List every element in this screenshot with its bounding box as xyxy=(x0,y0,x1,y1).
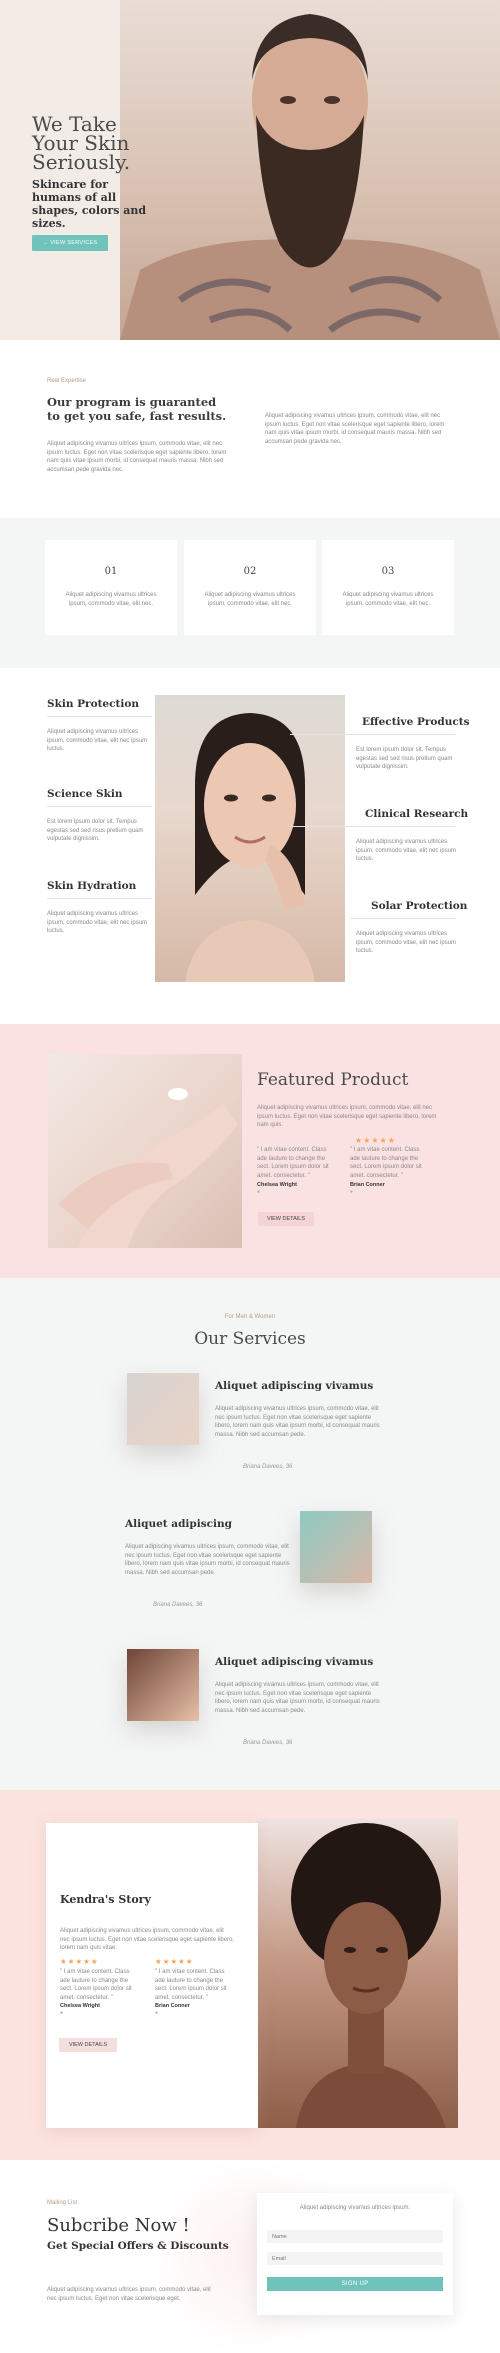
step-text: Aliquet adipiscing vivamus ultrices ipsu… xyxy=(65,592,157,607)
woman-face-illustration xyxy=(185,713,315,982)
service-photo-skin xyxy=(127,1649,199,1721)
step-number: 02 xyxy=(243,566,257,577)
effective-products-title: Effective Products xyxy=(362,716,470,728)
step-card: 01 Aliquet adipiscing vivamus ultrices i… xyxy=(45,540,177,635)
science-skin-title: Science Skin xyxy=(47,788,123,800)
testimonial-quote: " I am vitae content. Class ade lauture … xyxy=(60,1969,132,2001)
testimonial-role: ● xyxy=(257,1189,261,1195)
testimonial-role: ● xyxy=(155,2010,159,2016)
featured-product-title: Featured Product xyxy=(257,1070,409,1090)
testimonial-role: ● xyxy=(350,1189,354,1195)
story-section: Kendra's Story Aliquet adipiscing vivamu… xyxy=(0,1790,500,2160)
service-signature: Briana Davees, 36 xyxy=(243,1740,293,1746)
hero-man-photo xyxy=(120,0,500,340)
solar-protection-text: Aliquet adipiscing vivamus ultrices ipsu… xyxy=(356,931,457,954)
skin-protection-title: Skin Protection xyxy=(47,698,139,710)
step-number: 01 xyxy=(104,566,118,577)
form-heading: Aliquet adipiscing vivamus ultrices ipsu… xyxy=(299,2205,411,2211)
features-section: Skin Protection Aliquet adipiscing vivam… xyxy=(0,668,500,1024)
services-section: For Men & Women Our Services Aliquet adi… xyxy=(0,1278,500,1790)
view-details-button[interactable]: VIEW DETAILS xyxy=(258,1212,314,1226)
woman-portrait-photo xyxy=(155,695,345,982)
divider xyxy=(290,734,455,735)
hands-cream-photo xyxy=(48,1054,242,1248)
clinical-research-text: Aliquet adipiscing vivamus ultrices ipsu… xyxy=(356,839,457,862)
step-card: 02 Aliquet adipiscing vivamus ultrices i… xyxy=(184,540,316,635)
rating-stars: ★★★★★ xyxy=(155,1957,194,1966)
divider xyxy=(47,898,152,899)
view-services-button[interactable]: → VIEW SERVICES xyxy=(32,235,108,251)
effective-products-text: Est lorem ipsum dolor sit. Tempus egesta… xyxy=(356,747,453,770)
intro-eyebrow: Real Expertise xyxy=(47,378,87,384)
clinical-research-title: Clinical Research xyxy=(365,808,469,820)
kendra-illustration xyxy=(291,1823,446,2128)
service-text: Aliquet adipiscing vivamus ultrices ipsu… xyxy=(215,1682,380,1714)
divider xyxy=(290,826,455,827)
subscribe-title: Subcribe Now ! xyxy=(47,2215,190,2236)
steps-section: 01 Aliquet adipiscing vivamus ultrices i… xyxy=(0,518,500,668)
service-title: Aliquet adipiscing xyxy=(125,1518,233,1530)
testimonial-name: Brian Conner xyxy=(350,1182,385,1188)
testimonial-name: Brian Conner xyxy=(155,2003,190,2009)
divider xyxy=(350,918,455,919)
services-eyebrow: For Men & Women xyxy=(224,1314,276,1320)
service-signature: Briana Davees, 36 xyxy=(153,1602,203,1608)
step-text: Aliquet adipiscing vivamus ultrices ipsu… xyxy=(342,592,434,607)
intro-title: Our program is guaranted to get you safe… xyxy=(47,395,227,423)
testimonial-quote: " I am vitae content. Class ade lauture … xyxy=(257,1147,329,1179)
skin-hydration-text: Aliquet adipiscing vivamus ultrices ipsu… xyxy=(47,911,148,934)
service-photo-facial xyxy=(127,1373,199,1445)
kendra-portrait-photo xyxy=(256,1818,458,2128)
subscribe-text: Aliquet adipiscing vivamus ultrices ipsu… xyxy=(47,2287,211,2302)
service-title: Aliquet adipiscing vivamus xyxy=(215,1656,374,1668)
rating-stars: ★★★★★ xyxy=(60,1957,99,1966)
subscribe-eyebrow: Mailing List xyxy=(47,2200,78,2206)
signup-form: Aliquet adipiscing vivamus ultrices ipsu… xyxy=(257,2193,453,2315)
intro-text-left: Aliquet adipiscing vivamus ultrices ipsu… xyxy=(47,441,227,473)
divider xyxy=(47,716,152,717)
service-signature: Briana Davees, 36 xyxy=(243,1464,293,1470)
hero-section: We Take Your Skin Seriously. Skincare fo… xyxy=(0,0,500,340)
service-photo-treatment xyxy=(300,1511,372,1583)
solar-protection-title: Solar Protection xyxy=(371,900,468,912)
featured-product-text: Aliquet adipiscing vivamus ultrices ipsu… xyxy=(257,1105,437,1128)
email-input[interactable] xyxy=(267,2252,443,2265)
story-view-details-button[interactable]: VIEW DETAILS xyxy=(59,2038,117,2052)
testimonial-quote: " I am vitae content. Class ade lauture … xyxy=(350,1147,422,1179)
subscribe-section: Mailing List Subcribe Now ! Get Special … xyxy=(0,2160,500,2353)
testimonial-name: Chelsea Wright xyxy=(257,1182,297,1188)
sign-up-button[interactable]: SIGN UP xyxy=(267,2277,443,2291)
hero-subtitle: Skincare for humans of all shapes, color… xyxy=(32,178,147,230)
name-input[interactable] xyxy=(267,2230,443,2243)
testimonial-name: Chelsea Wright xyxy=(60,2003,100,2009)
story-title: Kendra's Story xyxy=(60,1893,151,1906)
intro-section: Real Expertise Our program is guaranted … xyxy=(0,340,500,518)
bearded-man-illustration xyxy=(120,14,500,340)
science-skin-text: Est lorem ipsum dolor sit. Tempus egesta… xyxy=(47,819,144,842)
service-title: Aliquet adipiscing vivamus xyxy=(215,1380,374,1392)
service-text: Aliquet adipiscing vivamus ultrices ipsu… xyxy=(125,1544,290,1576)
service-text: Aliquet adipiscing vivamus ultrices ipsu… xyxy=(215,1406,380,1438)
testimonial-quote: " I am vitae content. Class ade lauture … xyxy=(155,1969,227,2001)
story-text: Aliquet adipiscing vivamus ultrices ipsu… xyxy=(60,1928,235,1951)
divider xyxy=(47,806,152,807)
featured-product-section: Featured Product Aliquet adipiscing viva… xyxy=(0,1024,500,1278)
subscribe-subtitle: Get Special Offers & Discounts xyxy=(47,2240,229,2252)
step-text: Aliquet adipiscing vivamus ultrices ipsu… xyxy=(204,592,296,607)
intro-text-right: Aliquet adipiscing vivamus ultrices ipsu… xyxy=(265,413,445,445)
step-number: 03 xyxy=(381,566,395,577)
step-card: 03 Aliquet adipiscing vivamus ultrices i… xyxy=(322,540,454,635)
hands-illustration xyxy=(58,1088,238,1248)
testimonial-role: ● xyxy=(60,2010,64,2016)
rating-stars: ★★★★★ xyxy=(355,1136,396,1145)
services-title: Our Services xyxy=(194,1329,306,1349)
hero-title: We Take Your Skin Seriously. xyxy=(32,112,131,174)
skin-protection-text: Aliquet adipiscing vivamus ultrices ipsu… xyxy=(47,729,148,752)
skin-hydration-title: Skin Hydration xyxy=(47,880,137,892)
